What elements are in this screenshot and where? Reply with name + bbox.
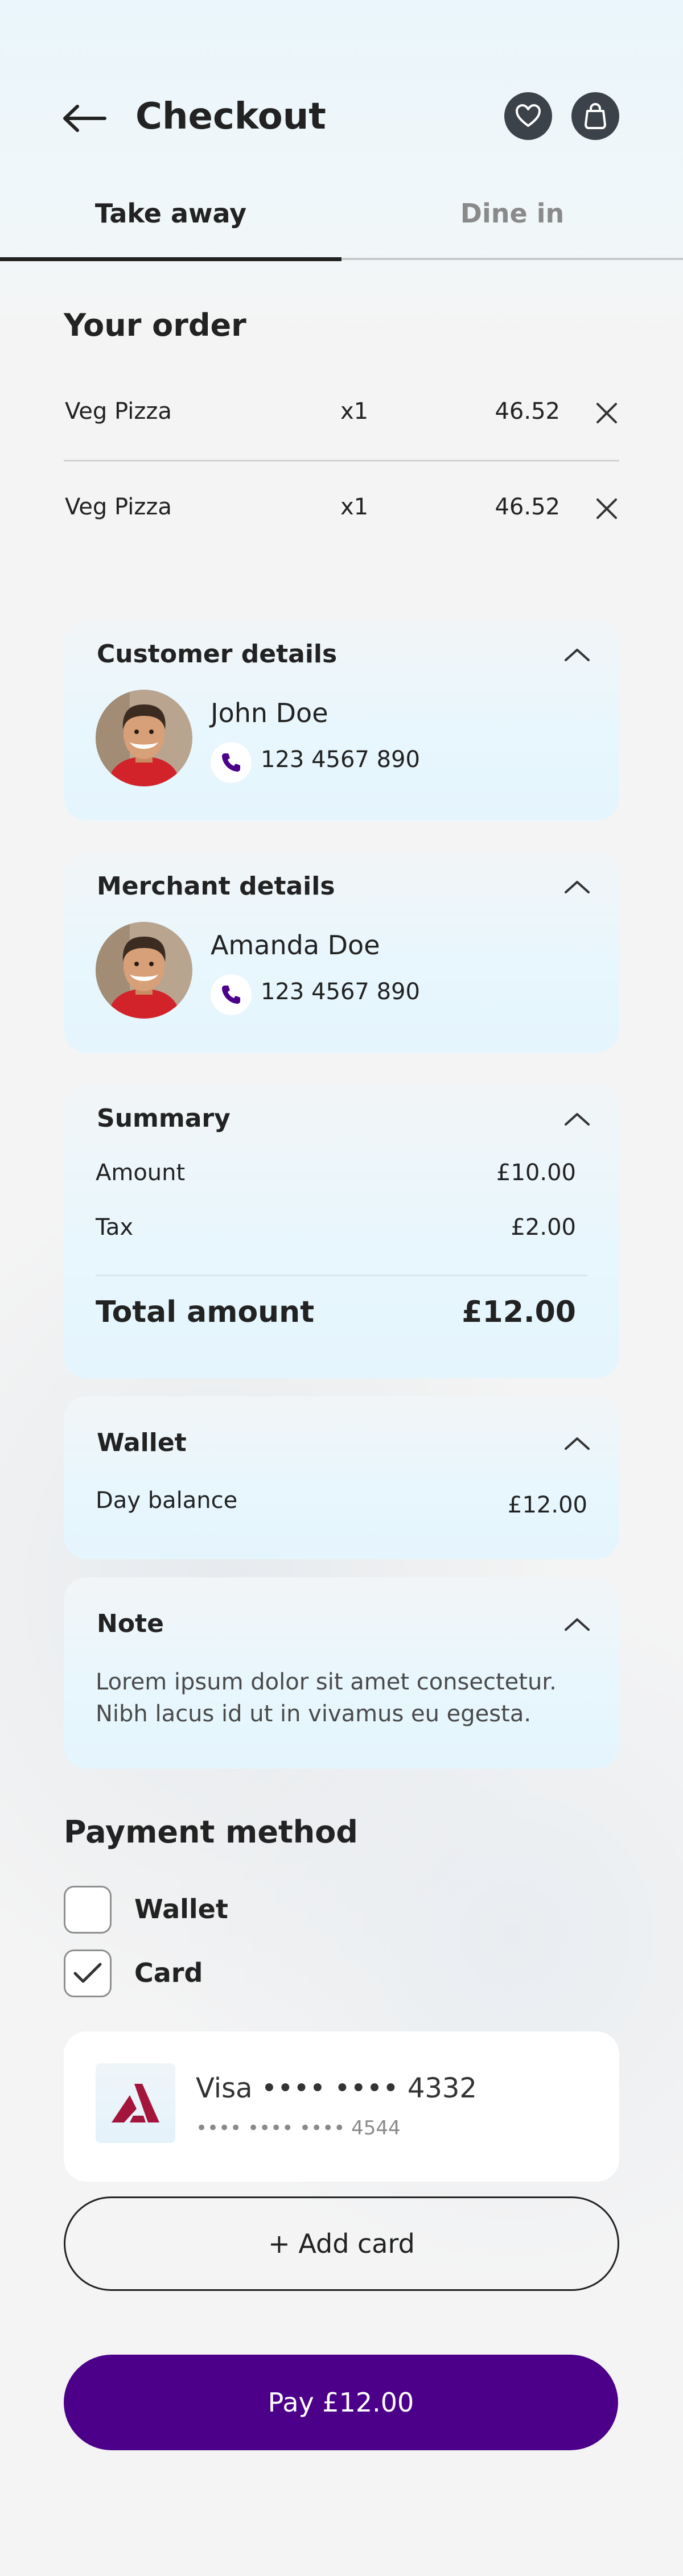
summary-divider [96,1275,587,1276]
shopping-bag-button[interactable] [571,92,619,140]
remove-item-button[interactable] [590,492,624,526]
chevron-up-icon [565,1437,590,1450]
customer-phone: 123 4567 890 [261,747,420,773]
order-item-price: 46.52 [495,494,560,520]
saved-card-title: Visa •••• •••• 4332 [196,2072,477,2104]
saved-card[interactable]: Visa •••• •••• 4332 •••• •••• •••• 4544 [64,2031,619,2182]
header-background [0,0,683,341]
payment-method-title: Payment method [64,1814,358,1850]
page-title: Checkout [135,96,326,138]
merchant-name: Amanda Doe [211,930,380,961]
checkmark-icon [73,1963,102,1983]
total-value: £12.00 [462,1295,576,1329]
merchant-phone: 123 4567 890 [261,979,420,1005]
card-option-label: Card [134,1957,203,1988]
order-item-qty: x1 [340,494,369,520]
customer-details-card: Customer details John Doe 123 4567 890 [64,620,619,821]
chevron-up-icon [565,649,590,661]
wallet-checkbox[interactable] [64,1886,112,1934]
summary-card: Summary Amount £10.00 Tax £2.00 Total am… [64,1085,619,1378]
saved-card-number: •••• •••• •••• 4544 [196,2117,401,2140]
order-item-price: 46.52 [495,398,560,424]
customer-name: John Doe [211,698,328,728]
note-title: Note [97,1609,164,1638]
day-balance-label: Day balance [96,1487,238,1514]
wallet-card: Wallet Day balance £12.00 [64,1396,619,1559]
card-checkbox[interactable] [64,1949,112,1997]
tax-value: £2.00 [511,1214,576,1240]
phone-icon [211,742,252,783]
close-icon [596,498,617,519]
back-button[interactable] [57,91,112,146]
chevron-up-icon [565,881,590,893]
merchant-details-card: Merchant details Amanda Doe 123 4567 890 [64,852,619,1053]
chevron-up-icon [565,1618,590,1631]
order-title: Your order [64,307,246,343]
add-card-button[interactable]: + Add card [64,2196,619,2291]
wallet-title: Wallet [97,1428,187,1457]
amount-value: £10.00 [496,1160,576,1186]
collapse-note-button[interactable] [560,1607,594,1641]
shopping-bag-icon [585,103,606,129]
summary-title: Summary [97,1104,231,1133]
note-text: Lorem ipsum dolor sit amet consectetur. … [96,1669,557,1727]
customer-details-title: Customer details [97,640,338,669]
tab-active-indicator [0,257,342,261]
chevron-up-icon [565,1113,590,1126]
merchant-avatar [96,922,192,1019]
order-item-qty: x1 [340,398,369,424]
note-card: Note Lorem ipsum dolor sit amet consecte… [64,1577,619,1769]
collapse-wallet-button[interactable] [560,1426,594,1460]
collapse-merchant-button[interactable] [560,869,594,904]
order-divider [64,460,619,461]
close-icon [596,403,617,423]
bank-logo-icon [96,2063,175,2143]
order-item-name: Veg Pizza [65,398,172,424]
remove-item-button[interactable] [590,396,624,430]
phone-icon [211,974,252,1015]
tab-take-away[interactable]: Take away [0,188,342,239]
order-item-name: Veg Pizza [65,494,172,520]
total-label: Total amount [96,1295,315,1329]
wallet-option-label: Wallet [134,1894,228,1924]
heart-icon [516,104,541,127]
customer-avatar [96,690,192,786]
pay-button[interactable]: Pay £12.00 [64,2355,618,2450]
tab-dine-in[interactable]: Dine in [342,188,683,239]
tax-label: Tax [96,1214,133,1240]
merchant-details-title: Merchant details [97,872,335,901]
favorite-button[interactable] [504,92,552,140]
collapse-customer-button[interactable] [560,637,594,671]
collapse-summary-button[interactable] [560,1102,594,1136]
day-balance-value: £12.00 [508,1492,587,1518]
amount-label: Amount [96,1160,186,1186]
arrow-left-icon [63,105,106,132]
